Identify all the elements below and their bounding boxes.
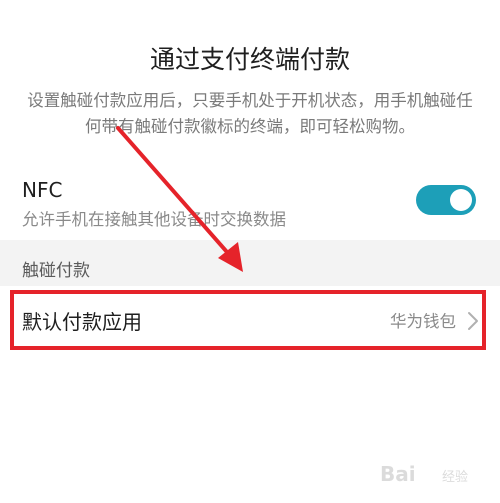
nfc-toggle[interactable] bbox=[416, 185, 476, 215]
section-header: 触碰付款 bbox=[0, 240, 500, 286]
watermark-logo: Bai 经验 bbox=[380, 452, 490, 492]
watermark-text: Bai bbox=[380, 462, 416, 486]
chevron-right-icon bbox=[468, 312, 478, 330]
default-payment-value: 华为钱包 bbox=[390, 312, 456, 331]
header: 通过支付终端付款 设置触碰付款应用后，只要手机处于开机状态，用手机触碰任何带有触… bbox=[0, 0, 500, 150]
section-label: 触碰付款 bbox=[22, 261, 90, 281]
page-description: 设置触碰付款应用后，只要手机处于开机状态，用手机触碰任何带有触碰付款徽标的终端，… bbox=[27, 91, 473, 136]
settings-screen: 通过支付终端付款 设置触碰付款应用后，只要手机处于开机状态，用手机触碰任何带有触… bbox=[0, 0, 500, 503]
nfc-subtitle: 允许手机在接触其他设备时交换数据 bbox=[22, 210, 286, 229]
page-title: 通过支付终端付款 bbox=[149, 45, 350, 74]
default-payment-app-row[interactable]: 默认付款应用 华为钱包 bbox=[0, 286, 500, 356]
watermark-sub: 经验 bbox=[442, 470, 469, 485]
nfc-setting-row[interactable]: NFC 允许手机在接触其他设备时交换数据 bbox=[0, 168, 500, 236]
toggle-knob bbox=[450, 189, 472, 211]
default-payment-label: 默认付款应用 bbox=[22, 310, 142, 334]
nfc-title: NFC bbox=[22, 178, 63, 202]
